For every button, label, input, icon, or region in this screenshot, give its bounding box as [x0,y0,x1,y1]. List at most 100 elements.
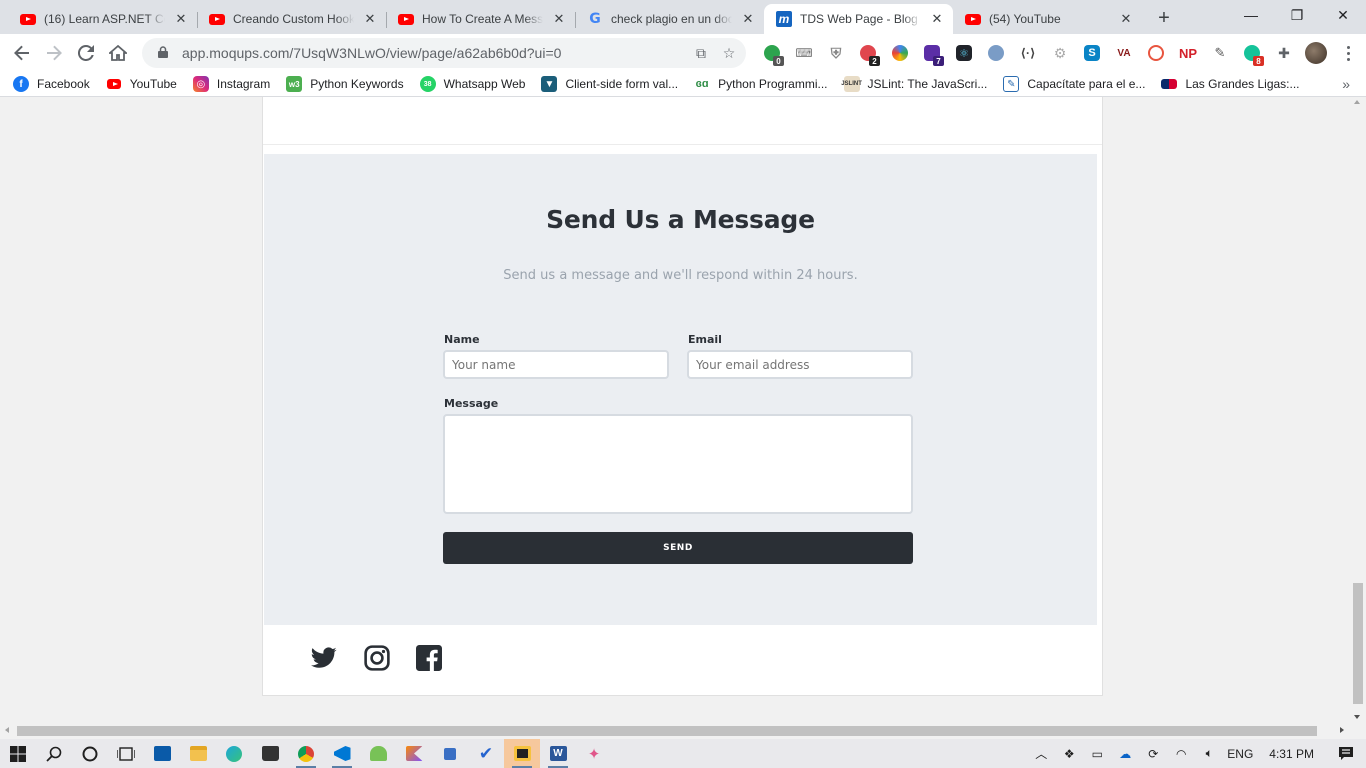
extension-eyedropper-icon[interactable]: ✎ [1204,39,1236,67]
file-explorer-icon[interactable] [180,739,216,768]
back-button[interactable] [6,37,38,69]
todo-icon[interactable]: ✔ [468,739,504,768]
word-icon[interactable]: W [540,739,576,768]
extension-va-icon[interactable]: VA [1108,39,1140,67]
close-icon[interactable]: ✕ [740,11,756,27]
scroll-left-icon[interactable] [5,727,9,733]
facebook-icon[interactable] [414,643,444,673]
star-icon[interactable]: ☆ [720,45,738,62]
home-button[interactable] [102,37,134,69]
battery-icon[interactable]: ▭ [1083,739,1111,768]
email-field[interactable] [687,350,913,379]
extension-hat-icon[interactable]: 7 [916,39,948,67]
close-icon[interactable]: ✕ [929,11,945,27]
minimize-icon[interactable]: ― [1228,0,1274,30]
reload-icon [78,45,94,61]
extension-gear-icon[interactable]: ⚙ [1044,39,1076,67]
youtube-icon [398,11,414,27]
volume-icon[interactable]: 🔈︎ [1195,739,1223,768]
restore-icon[interactable]: ❐ [1274,0,1320,30]
close-icon[interactable]: ✕ [173,11,189,27]
bookmark-item[interactable]: JSLINT JSLint: The JavaScri... [841,76,987,92]
close-icon[interactable]: ✕ [1118,11,1134,27]
wifi-icon[interactable]: ◠ [1167,739,1195,768]
extension-react-icon[interactable]: ⚛ [948,39,980,67]
translate-icon[interactable]: ⧉ [692,45,710,62]
edge-icon[interactable] [216,739,252,768]
search-icon[interactable] [36,739,72,768]
horizontal-scrollbar[interactable] [0,722,1349,739]
store-icon[interactable] [252,739,288,768]
reload-button[interactable] [70,37,102,69]
message-field[interactable] [443,414,913,514]
scroll-down-icon[interactable] [1354,715,1360,719]
bookmark-item[interactable]: w3 Python Keywords [286,76,404,92]
forward-button[interactable] [38,37,70,69]
mail-icon[interactable] [144,739,180,768]
chrome-icon[interactable] [288,739,324,768]
extension-np-icon[interactable]: NP [1172,39,1204,67]
language-indicator[interactable]: ENG [1223,739,1257,768]
scrollbar-thumb[interactable] [17,726,1317,736]
twitter-icon[interactable] [309,643,339,673]
windows-start-icon[interactable] [0,739,36,768]
network-sync-icon[interactable]: ⟳ [1139,739,1167,768]
vscode-icon[interactable] [324,739,360,768]
new-tab-button[interactable]: + [1150,4,1178,32]
close-icon[interactable]: ✕ [551,11,567,27]
extension-s-icon[interactable]: S [1076,39,1108,67]
extension-keyboard-icon[interactable]: ⌨ [788,39,820,67]
kotlin-icon[interactable] [396,739,432,768]
close-icon[interactable]: ✕ [362,11,378,27]
bookmark-item[interactable]: 38 Whatsapp Web [419,76,525,92]
extension-leaf-icon[interactable] [980,39,1012,67]
profile-avatar[interactable] [1300,39,1332,67]
vertical-scrollbar[interactable] [1349,97,1366,722]
divider [263,144,1102,145]
browser-tab[interactable]: (54) YouTube ✕ [953,4,1142,34]
extension-guard-icon[interactable]: ⛨ [820,39,852,67]
close-window-icon[interactable]: ✕ [1320,0,1366,30]
mdn-icon: ▼ [541,76,558,92]
extension-code-icon[interactable]: ⟨·⟩ [1012,39,1044,67]
name-field[interactable] [443,350,669,379]
clock[interactable]: 4:31 PM [1257,739,1326,768]
bookmark-item[interactable]: ◎ Instagram [192,76,270,92]
notifications-icon[interactable] [1326,739,1366,768]
android-studio-icon[interactable] [360,739,396,768]
task-view-icon[interactable] [108,739,144,768]
tab-title: (16) Learn ASP.NET Core [44,12,165,26]
address-bar[interactable]: app.moqups.com/7UsqW3NLwO/view/page/a62a… [142,38,746,68]
bookmark-item[interactable]: Las Grandes Ligas:... [1161,77,1300,91]
scrollbar-thumb[interactable] [1353,583,1363,704]
instagram-icon[interactable] [362,643,392,673]
extension-record-icon[interactable] [1140,39,1172,67]
bookmark-item[interactable]: YouTube [106,76,177,92]
extension-colorpicker-icon[interactable] [884,39,916,67]
dropbox-icon[interactable]: ❖ [1055,739,1083,768]
browser-tab[interactable]: (16) Learn ASP.NET Core ✕ [8,4,197,34]
browser-tab[interactable]: How To Create A Message ✕ [386,4,575,34]
onedrive-icon[interactable]: ☁ [1111,739,1139,768]
extension-circles-icon[interactable]: 2 [852,39,884,67]
bookmark-item[interactable]: f Facebook [13,76,90,92]
scroll-up-icon[interactable] [1354,100,1360,104]
browser-tab-active[interactable]: m TDS Web Page - Blog Page ✕ [764,4,953,34]
paint-app-icon[interactable]: ✦ [576,739,612,768]
extensions-puzzle-icon[interactable]: ✚ [1268,39,1300,67]
browser-menu-icon[interactable] [1332,39,1364,67]
chevron-up-icon[interactable]: ︿ [1027,739,1055,768]
sticky-notes-icon[interactable] [504,739,540,768]
network-app-icon[interactable] [432,739,468,768]
extension-shield-icon[interactable]: 0 [756,39,788,67]
bookmark-item[interactable]: ɞɑ Python Programmi... [694,76,828,92]
extension-grammarly-icon[interactable]: 8 [1236,39,1268,67]
chevron-right-icon[interactable]: » [1342,76,1350,92]
browser-tab[interactable]: G check plagio en un doc ✕ [575,4,764,34]
browser-tab[interactable]: Creando Custom Hooks ✕ [197,4,386,34]
send-button[interactable]: SEND [443,532,913,564]
cortana-icon[interactable] [72,739,108,768]
scroll-right-icon[interactable] [1340,727,1344,733]
bookmark-item[interactable]: ✎ Capacítate para el e... [1003,76,1145,92]
bookmark-item[interactable]: ▼ Client-side form val... [541,76,678,92]
